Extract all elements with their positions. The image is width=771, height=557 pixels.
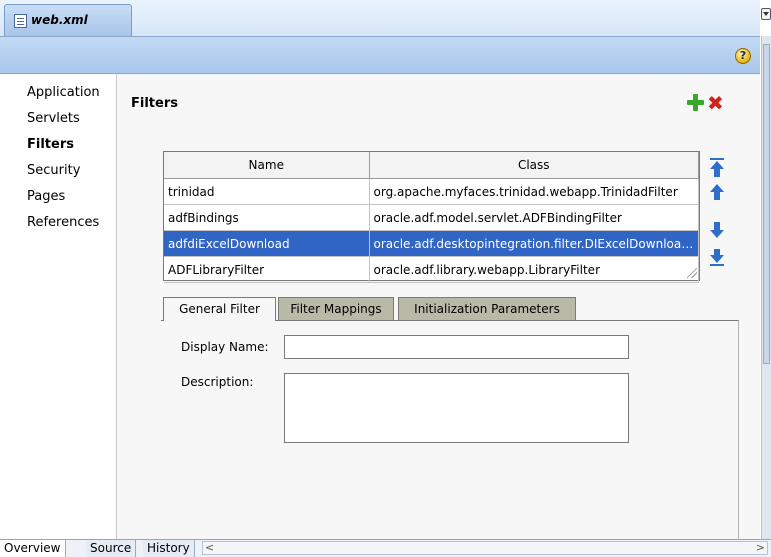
move-up-icon[interactable] (710, 184, 724, 202)
column-header-class[interactable]: Class (369, 152, 699, 179)
tab-filter-mappings[interactable]: Filter Mappings (278, 297, 394, 320)
tab-general-filter[interactable]: General Filter (163, 297, 276, 321)
display-name-label: Display Name: (181, 340, 269, 354)
resize-grip-icon[interactable] (687, 268, 697, 278)
tab-history[interactable]: History (143, 540, 195, 557)
move-top-icon[interactable] (710, 158, 724, 177)
row-name-cell[interactable]: trinidad (164, 178, 370, 205)
editor-header-band: ? (0, 37, 760, 74)
table-row[interactable]: adfBindings oracle.adf.model.servlet.ADF… (164, 204, 699, 231)
nav-item-pages[interactable]: Pages (0, 184, 116, 210)
tab-overview[interactable]: Overview (0, 540, 66, 557)
tab-source[interactable]: Source (86, 540, 137, 557)
help-icon[interactable]: ? (735, 48, 751, 64)
add-icon[interactable] (687, 94, 704, 111)
description-label: Description: (181, 375, 254, 389)
nav-item-filters[interactable]: Filters (19, 132, 117, 158)
column-header-name[interactable]: Name (164, 152, 370, 179)
horizontal-scrollbar[interactable]: < > (202, 541, 768, 555)
display-name-field[interactable] (284, 335, 629, 359)
section-title: Filters (131, 96, 178, 111)
row-class-cell[interactable]: org.apache.myfaces.trinidad.webapp.Trini… (369, 178, 699, 205)
filters-table: Name Class trinidad org.apache.myfaces.t… (163, 151, 700, 283)
xml-file-icon (14, 14, 27, 28)
tab-initialization-parameters[interactable]: Initialization Parameters (398, 297, 576, 320)
nav-item-servlets[interactable]: Servlets (0, 106, 116, 132)
move-bottom-icon[interactable] (710, 249, 724, 267)
editor-bottom-bar: Overview Source History < > (0, 539, 771, 557)
editor-tab-strip: web.xml (0, 0, 760, 37)
table-row-selected[interactable]: adfdiExcelDownload oracle.adf.desktopint… (164, 230, 699, 257)
table-row[interactable]: ADFLibraryFilter oracle.adf.library.weba… (164, 256, 699, 283)
vertical-scrollbar[interactable] (761, 36, 771, 540)
row-class-cell[interactable]: oracle.adf.library.webapp.LibraryFilter (369, 256, 699, 283)
row-name-cell[interactable]: adfdiExcelDownload (164, 230, 370, 257)
table-header-row: Name Class (164, 152, 699, 179)
nav-item-application[interactable]: Application (0, 80, 116, 106)
row-name-cell[interactable]: ADFLibraryFilter (164, 256, 370, 283)
delete-icon[interactable]: ✖ (707, 93, 724, 113)
editor-tab-web-xml[interactable]: web.xml (4, 4, 132, 36)
nav-item-security[interactable]: Security (0, 158, 116, 184)
move-down-icon[interactable] (710, 222, 724, 240)
editor-tab-label: web.xml (31, 13, 88, 27)
overview-navigator: Application Servlets Filters Security Pa… (0, 74, 117, 538)
row-class-cell[interactable]: oracle.adf.model.servlet.ADFBindingFilte… (369, 204, 699, 231)
scroll-left-icon[interactable]: < (205, 542, 214, 554)
row-class-cell[interactable]: oracle.adf.desktopintegration.filter.DIE… (369, 230, 699, 257)
nav-item-references[interactable]: References (0, 210, 116, 236)
tab-list-menu-button[interactable] (761, 8, 771, 20)
vertical-scrollbar-thumb[interactable] (763, 44, 770, 364)
row-name-cell[interactable]: adfBindings (164, 204, 370, 231)
description-field[interactable] (284, 373, 629, 443)
table-row[interactable]: trinidad org.apache.myfaces.trinidad.web… (164, 178, 699, 205)
scroll-right-icon[interactable]: > (756, 542, 765, 554)
